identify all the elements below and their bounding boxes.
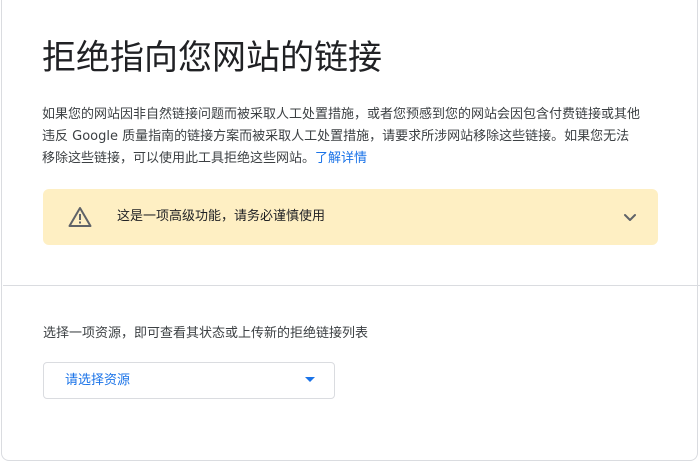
- property-select-label: 选择一项资源，即可查看其状态或上传新的拒绝链接列表: [43, 326, 369, 341]
- warning-icon: [68, 206, 92, 228]
- warning-text: 这是一项高级功能，请务必谨慎使用: [117, 209, 326, 224]
- property-select-value: 请选择资源: [65, 373, 131, 388]
- warning-icon-svg: [68, 207, 92, 227]
- dropdown-arrow-icon: [305, 377, 315, 382]
- disavow-card: 拒绝指向您网站的链接 如果您的网站因非自然链接问题而被采取人工处置措施，或者您预…: [1, 0, 700, 461]
- section-divider: [3, 285, 700, 286]
- learn-more-link[interactable]: 了解详情: [315, 151, 367, 166]
- chevron-down-icon-svg: [624, 214, 636, 221]
- page-description: 如果您的网站因非自然链接问题而被采取人工处置措施，或者您预感到您的网站会因包含付…: [42, 104, 642, 170]
- page: 拒绝指向您网站的链接 如果您的网站因非自然链接问题而被采取人工处置措施，或者您预…: [0, 0, 700, 461]
- property-select-dropdown[interactable]: 请选择资源: [43, 362, 335, 399]
- page-title: 拒绝指向您网站的链接: [42, 38, 382, 78]
- chevron-down-icon[interactable]: [622, 209, 638, 225]
- advanced-feature-warning[interactable]: 这是一项高级功能，请务必谨慎使用: [43, 189, 658, 245]
